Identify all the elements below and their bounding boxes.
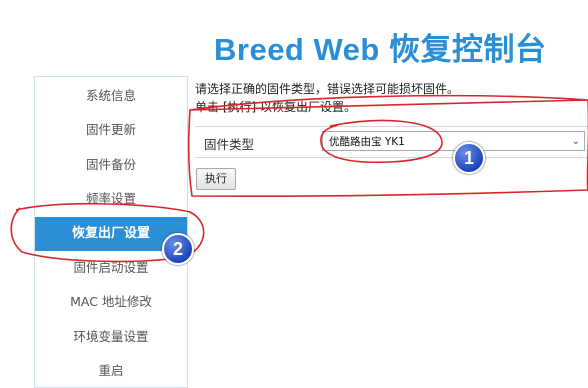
factory-reset-panel: 请选择正确的固件类型，错误选择可能损坏固件。 单击 [执行] 以恢复出厂设置。 … (195, 78, 588, 198)
step-marker-1: 1 (453, 142, 485, 174)
execute-button[interactable]: 执行 (196, 168, 236, 190)
page-title: Breed Web 恢复控制台 (214, 32, 547, 67)
sidebar-item-frequency-settings[interactable]: 频率设置 (35, 182, 187, 216)
sidebar-item-system-info[interactable]: 系统信息 (35, 79, 187, 113)
sidebar-item-mac-address[interactable]: MAC 地址修改 (35, 285, 187, 319)
step-marker-2: 2 (162, 233, 194, 265)
sidebar-nav: 系统信息 固件更新 固件备份 频率设置 恢复出厂设置 固件启动设置 MAC 地址… (34, 76, 188, 388)
sidebar-item-firmware-update[interactable]: 固件更新 (35, 113, 187, 147)
warning-text: 请选择正确的固件类型，错误选择可能损坏固件。 (195, 82, 460, 96)
firmware-type-row: 固件类型 优酷路由宝 YK1 ⌄ (195, 126, 588, 158)
sidebar-item-firmware-backup[interactable]: 固件备份 (35, 148, 187, 182)
firmware-type-select[interactable]: 优酷路由宝 YK1 ⌄ (322, 131, 585, 151)
instruction-text: 单击 [执行] 以恢复出厂设置。 (195, 100, 356, 114)
chevron-down-icon: ⌄ (571, 136, 580, 147)
firmware-type-label: 固件类型 (204, 137, 255, 152)
sidebar-item-env-variables[interactable]: 环境变量设置 (35, 320, 187, 354)
firmware-type-value: 优酷路由宝 YK1 (329, 136, 405, 148)
